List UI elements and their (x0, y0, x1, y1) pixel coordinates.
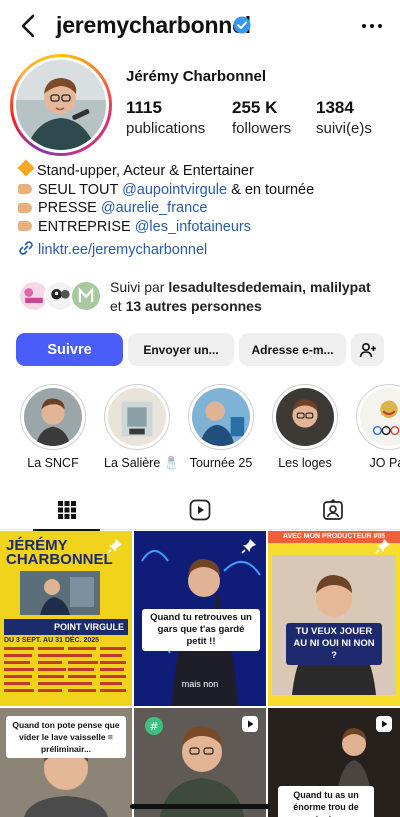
stat-followers[interactable]: 255 K followers (232, 98, 291, 137)
followed-others: 13 autres personnes (125, 298, 262, 314)
profile-link-text: linktr.ee/jeremycharbonnel (38, 242, 208, 258)
post-6-caption: Quand tu as un énorme trou de texte (278, 786, 374, 817)
highlight-cover-2 (108, 388, 166, 446)
message-button[interactable]: Envoyer un... (128, 333, 234, 366)
profile-bio: Stand-upper, Acteur & Entertainer SEUL T… (17, 159, 388, 237)
post-2-caption: Quand tu retrouves un gars que t'as gard… (142, 609, 260, 651)
poster-venue: POINT VIRGULE (4, 619, 128, 635)
poster-schedule (4, 647, 126, 692)
highlight-jo-paris[interactable]: JO Par (356, 384, 400, 470)
stat-following-value: 1384 (316, 98, 354, 117)
bio-text-1: Stand-upper, Acteur & Entertainer (37, 163, 254, 179)
back-arrow-icon[interactable] (16, 12, 42, 40)
posts-grid: JÉRÉMY CHARBONNEL POINT VIRGULE DU 3 SEP… (0, 531, 400, 817)
post-3-caption: TU VEUX JOUER AU NI OUI NI NON ? (286, 623, 382, 665)
verified-badge-icon (233, 16, 251, 34)
followed-by[interactable]: Suivi par lesadultesdedemain, malilypat … (18, 276, 388, 316)
pinned-icon (241, 539, 256, 554)
pointing-hand-icon (18, 184, 32, 195)
followed-names: lesadultesdedemain, malilypat (168, 279, 371, 295)
profile-link[interactable]: linktr.ee/jeremycharbonnel (18, 240, 207, 258)
stat-following[interactable]: 1384 suivi(e)s (316, 98, 372, 137)
bio-line-4: ENTREPRISE @les_infotaineurs (18, 218, 388, 237)
mention-les-infotaineurs[interactable]: @les_infotaineurs (135, 219, 251, 235)
post-5[interactable]: # (134, 708, 266, 817)
poster-title: JÉRÉMY CHARBONNEL (6, 537, 113, 568)
profile-full-name: Jérémy Charbonnel (126, 68, 267, 85)
stat-posts-value: 1115 (126, 98, 162, 117)
svg-text:#: # (149, 720, 158, 733)
post-1[interactable]: JÉRÉMY CHARBONNEL POINT VIRGULE DU 3 SEP… (0, 531, 132, 706)
profile-tabs (0, 490, 400, 531)
highlight-label: Tournée 25 (189, 456, 253, 470)
post-6[interactable]: Quand tu as un énorme trou de texte (268, 708, 400, 817)
reels-badge-icon (242, 716, 258, 732)
bio-text-4: ENTREPRISE (38, 218, 135, 235)
profile-avatar-ring[interactable] (10, 54, 112, 156)
mention-aurelie-france[interactable]: @aurelie_france (101, 200, 208, 216)
poster-dates: DU 3 SEPT. AU 31 DÉC. 2025 (4, 637, 100, 644)
highlight-label: La SNCF (27, 456, 79, 470)
bio-text-2: SEUL TOUT (38, 181, 123, 198)
bio-line-3: PRESSE @aurelie_france (18, 199, 388, 218)
highlight-la-saliere[interactable]: La Salière 🧂 (104, 384, 180, 471)
monogram-icon: # (145, 717, 163, 735)
followed-prefix: Suivi par (110, 279, 169, 295)
bio-line-1: Stand-upper, Acteur & Entertainer (17, 159, 388, 181)
profile-username: jeremycharbonnel (56, 12, 251, 38)
post-4-caption: Quand ton pote pense que vider le lave v… (6, 716, 126, 758)
post-2[interactable]: Quand tu retrouves un gars que t'as gard… (134, 531, 266, 706)
bio-text-2-suffix: & en tournée (227, 181, 315, 198)
stat-posts-label: publications (126, 120, 206, 137)
highlight-tournee-25[interactable]: Tournée 25 (188, 384, 254, 470)
link-chain-icon (19, 241, 33, 255)
tab-reels[interactable] (133, 490, 266, 530)
highlight-label: La Salière 🧂 (104, 456, 180, 470)
post-2-subtitle: mais non (181, 679, 219, 689)
bio-line-2: SEUL TOUT @aupointvirgule & en tournée (18, 181, 388, 200)
add-person-icon (359, 342, 376, 357)
suggest-people-button[interactable] (351, 333, 384, 366)
tagged-icon (322, 499, 343, 520)
top-bar: jeremycharbonnel (0, 0, 400, 52)
tab-tagged[interactable] (266, 490, 399, 530)
highlight-la-sncf[interactable]: La SNCF (20, 384, 86, 470)
stat-followers-label: followers (232, 120, 292, 137)
reels-badge-icon (376, 716, 392, 732)
poster-photo (20, 571, 100, 615)
post-4[interactable]: Quand ton pote pense que vider le lave v… (0, 708, 132, 817)
highlight-les-loges[interactable]: Les loges (272, 384, 338, 470)
home-indicator (130, 804, 270, 809)
highlight-cover-5 (360, 388, 400, 446)
grid-icon (57, 501, 76, 519)
mention-aupointvirgule[interactable]: @aupointvirgule (122, 182, 227, 198)
reels-icon (189, 499, 210, 521)
tab-posts-grid[interactable] (0, 490, 133, 531)
followed-by-text: Suivi par lesadultesdedemain, malilypat … (110, 278, 371, 316)
highlight-cover-1 (24, 388, 82, 446)
pinned-icon (375, 539, 390, 554)
email-button[interactable]: Adresse e-m... (239, 333, 346, 366)
highlight-cover-3 (192, 388, 250, 446)
orange-diamond-icon (17, 159, 35, 177)
pointing-hand-icon (18, 202, 32, 213)
stat-followers-value: 255 K (232, 98, 278, 117)
followed-middle: et (110, 298, 126, 314)
more-dots-icon[interactable] (360, 14, 384, 38)
bio-text-3: PRESSE (38, 200, 101, 216)
follower-avatar-3 (70, 280, 102, 312)
highlight-cover-4 (276, 388, 334, 446)
pinned-icon (107, 539, 122, 554)
profile-avatar (16, 60, 106, 150)
pointing-hand-icon (18, 221, 32, 232)
highlight-label: Les loges (278, 456, 332, 470)
highlight-label: JO Par (369, 456, 400, 470)
stat-posts[interactable]: 1115 publications (126, 98, 205, 137)
post-3[interactable]: AVEC MON PRODUCTEUR #05 TU VEUX JOUER AU… (268, 531, 400, 706)
stat-following-label: suivi(e)s (316, 120, 372, 137)
follow-button[interactable]: Suivre (16, 333, 123, 366)
